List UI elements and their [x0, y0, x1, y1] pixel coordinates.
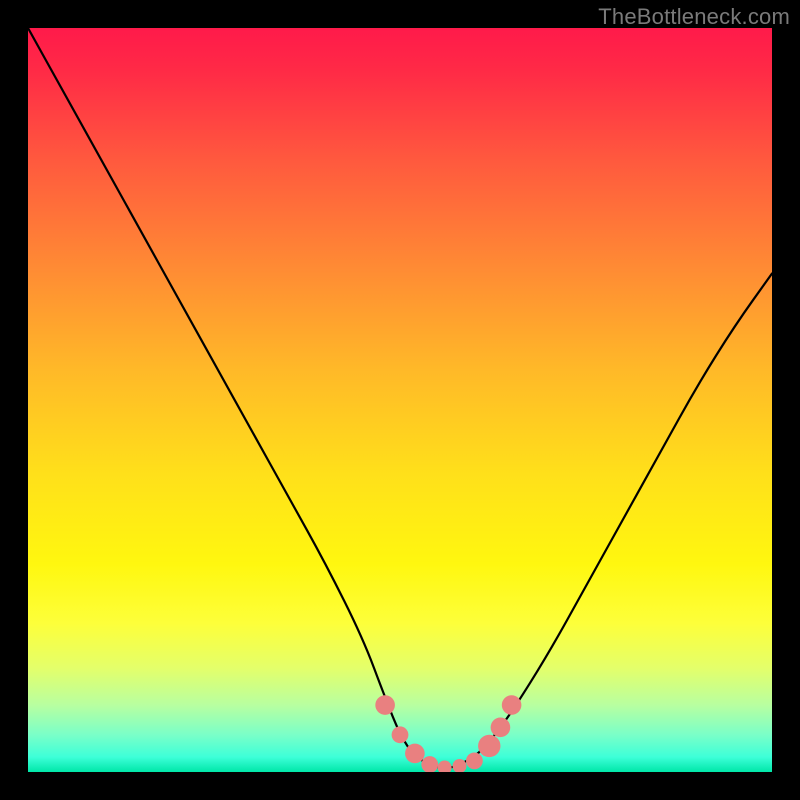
curve-marker — [405, 744, 425, 764]
plot-area — [28, 28, 772, 772]
curve-marker — [478, 735, 500, 757]
curve-marker — [375, 695, 395, 715]
curve-markers — [375, 695, 521, 772]
curve-marker — [421, 756, 438, 772]
curve-svg — [28, 28, 772, 772]
curve-marker — [392, 726, 409, 743]
curve-marker — [502, 695, 522, 715]
curve-marker — [491, 718, 511, 738]
curve-marker — [466, 752, 483, 769]
bottleneck-chart: TheBottleneck.com — [0, 0, 800, 800]
bottleneck-curve-path — [28, 28, 772, 768]
watermark-text: TheBottleneck.com — [598, 4, 790, 30]
curve-marker — [438, 761, 452, 772]
